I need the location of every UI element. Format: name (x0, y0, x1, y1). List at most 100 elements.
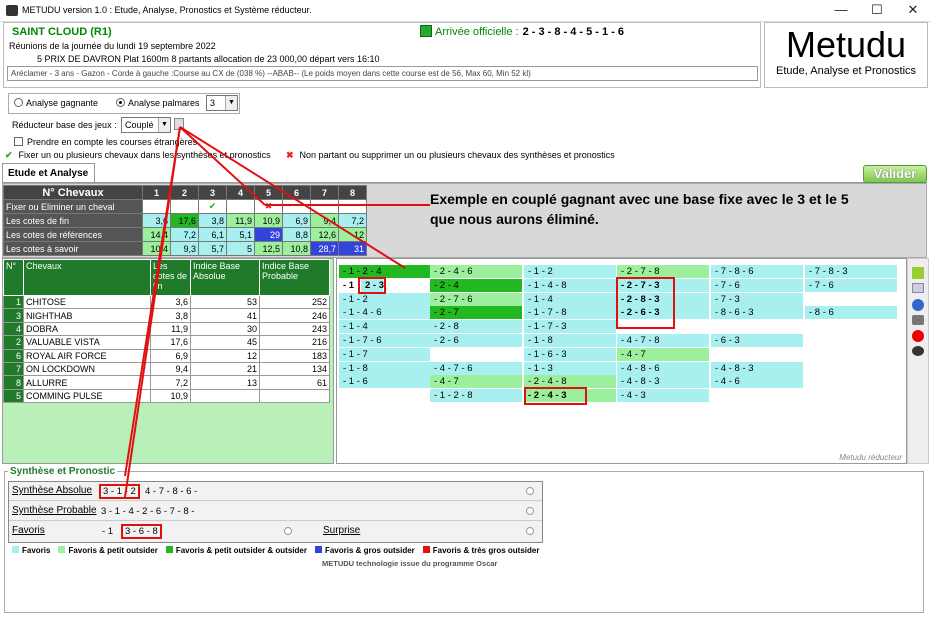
table-row[interactable]: 2 VALUABLE VISTA 17,6 45 216 (3, 335, 330, 350)
combination-cell[interactable]: - 1 - 2 (339, 292, 431, 306)
combination-cell[interactable]: - 4 - 8 - 6 (617, 361, 709, 375)
analyse-gagnante-radio[interactable]: Analyse gagnante (14, 98, 98, 108)
combination-cell[interactable] (430, 347, 522, 361)
combination-cell[interactable]: - 1 - 4 - 8 (524, 278, 616, 292)
combination-cell[interactable]: - 1 - 8 (524, 334, 616, 347)
combination-cell[interactable]: - 2 - 8 (430, 320, 522, 334)
combination-cell[interactable]: - 4 - 7 - 6 (430, 361, 522, 375)
combination-cell[interactable]: - 2 - 4 (430, 278, 522, 292)
grid-cell[interactable] (338, 199, 367, 214)
combination-cell[interactable] (711, 389, 803, 403)
grid-cell[interactable] (282, 199, 311, 214)
cote-fin: 3,8 (150, 308, 191, 323)
radio-icon[interactable] (526, 507, 534, 515)
indice-probable: 134 (259, 361, 330, 377)
radio-icon[interactable] (526, 487, 534, 495)
table-row[interactable]: 8 ALLURRE 7,2 13 61 (3, 375, 330, 390)
table-row[interactable]: 5 COMMING PULSE 10,9 (3, 388, 330, 404)
synthese-absolue-label[interactable]: Synthèse Absolue (12, 485, 92, 496)
combination-cell[interactable] (339, 389, 431, 403)
table-row[interactable]: 6 ROYAL AIR FORCE 6,9 12 183 (3, 348, 330, 363)
combination-cell[interactable] (805, 292, 897, 306)
combination-cell[interactable]: - 1 - 7 - 8 (524, 306, 616, 320)
combination-cell[interactable]: - 2 - 7 (430, 306, 522, 320)
synthese-probable-label[interactable]: Synthèse Probable (12, 505, 97, 516)
combination-cell[interactable]: - 8 - 6 (805, 306, 897, 320)
column-header: Indice Base Absolue (190, 259, 260, 296)
combination-cell[interactable]: - 4 - 7 - 8 (617, 334, 709, 347)
grid-cell[interactable] (226, 199, 255, 214)
combination-cell[interactable]: - 7 - 6 (805, 278, 897, 292)
combination-cell[interactable] (711, 347, 803, 361)
synthese-title: Synthèse et Pronostic (8, 466, 118, 477)
horse-icon[interactable] (912, 346, 924, 356)
tab-etude-analyse[interactable]: Etude et Analyse (2, 163, 95, 183)
surprise-label[interactable]: Surprise (323, 525, 360, 536)
radio-icon[interactable] (284, 527, 292, 535)
combination-cell[interactable]: - 1 - 7 (339, 347, 431, 361)
indice-probable: 61 (259, 375, 330, 390)
stop-icon[interactable] (912, 330, 924, 342)
row-number: 6 (3, 348, 24, 363)
combination-cell[interactable]: - 7 - 8 - 3 (805, 265, 897, 278)
maximize-button[interactable]: ☐ (859, 0, 895, 22)
combination-cell[interactable]: - 1 - 7 - 3 (524, 320, 616, 334)
combination-cell[interactable] (805, 389, 897, 403)
grid-cell[interactable] (310, 199, 339, 214)
printer-icon[interactable] (912, 315, 924, 325)
combination-cell[interactable]: - 1 - 4 - 6 (339, 306, 431, 320)
combination-cell[interactable]: - 1 - 4 (524, 292, 616, 306)
combination-cell[interactable]: - 2 - 6 (430, 334, 522, 347)
close-button[interactable]: ✕ (895, 0, 931, 22)
reducteur-select[interactable]: Couplé ▼ (121, 117, 171, 133)
minimize-button[interactable]: — (823, 0, 859, 22)
table-row[interactable]: 7 ON LOCKDOWN 9,4 21 134 (3, 361, 330, 377)
palmares-select[interactable]: 3 ▼ (206, 95, 238, 111)
course-description[interactable]: Aréclamer - 3 ans - Gazon - Corde à gauc… (7, 66, 758, 81)
combination-cell[interactable] (805, 334, 897, 347)
combination-cell[interactable]: - 7 - 8 - 6 (711, 265, 803, 278)
combination-cell[interactable] (805, 320, 897, 334)
combination-cell[interactable]: - 1 - 7 - 6 (339, 334, 431, 347)
combination-cell[interactable]: - 6 - 3 (711, 334, 803, 347)
combination-cell[interactable] (805, 361, 897, 375)
radio-icon[interactable] (526, 527, 534, 535)
combination-cell[interactable] (805, 347, 897, 361)
synthese-absolue-rest: 4 - 7 - 8 - 6 - (145, 486, 198, 497)
combination-cell[interactable]: - 2 - 4 - 6 (430, 265, 522, 278)
combination-cell[interactable]: - 1 - 2 - 8 (430, 389, 522, 403)
combination-cell[interactable]: - 1 - 8 (339, 361, 431, 375)
table-row[interactable]: 3 NIGHTHAB 3,8 41 246 (3, 308, 330, 323)
combination-cell[interactable]: - 4 - 8 - 3 (617, 375, 709, 389)
combination-cell[interactable]: - 1 - 3 (524, 361, 616, 375)
combination-cell[interactable]: - 4 - 3 (617, 389, 709, 403)
favoris-label[interactable]: Favoris (12, 525, 45, 536)
combination-cell[interactable]: - 7 - 3 (711, 292, 803, 306)
combination-cell[interactable]: - 4 - 8 - 3 (711, 361, 803, 375)
combination-cell[interactable]: - 4 - 7 (430, 375, 522, 389)
combination-cell[interactable]: - 1 - 2 (524, 265, 616, 278)
table-row[interactable]: 4 DOBRA 11,9 30 243 (3, 321, 330, 337)
grid-cell[interactable]: ✖ (254, 199, 283, 214)
combination-cell[interactable]: - 7 - 6 (711, 278, 803, 292)
combination-cell[interactable]: - 4 - 7 (617, 347, 709, 361)
grid-cell[interactable] (142, 199, 171, 214)
combination-cell[interactable]: - 1 - 6 (339, 375, 431, 389)
combination-cell[interactable]: - 2 - 7 - 6 (430, 292, 522, 306)
combination-cell[interactable]: - 8 - 6 - 3 (711, 306, 803, 320)
window-icon[interactable] (912, 283, 924, 293)
valider-button[interactable]: Valider (863, 165, 927, 183)
copy-icon[interactable] (174, 118, 184, 130)
combination-cell[interactable] (805, 375, 897, 389)
etrangeres-checkbox[interactable]: Prendre en compte les courses étrangères (14, 137, 197, 147)
table-row[interactable]: 1 CHITOSE 3,6 53 252 (3, 294, 330, 310)
combination-cell[interactable]: - 1 - 6 - 3 (524, 347, 616, 361)
combination-cell[interactable]: - 4 - 6 (711, 375, 803, 389)
analyse-palmares-radio[interactable]: Analyse palmares (116, 98, 200, 108)
green-square-icon[interactable] (912, 267, 924, 279)
grid-cell[interactable]: ✔ (198, 199, 227, 214)
grid-cell[interactable] (170, 199, 199, 214)
combination-cell[interactable]: - 1 - 4 (339, 320, 431, 334)
info-icon[interactable] (912, 299, 924, 311)
combination-cell[interactable] (711, 320, 803, 334)
